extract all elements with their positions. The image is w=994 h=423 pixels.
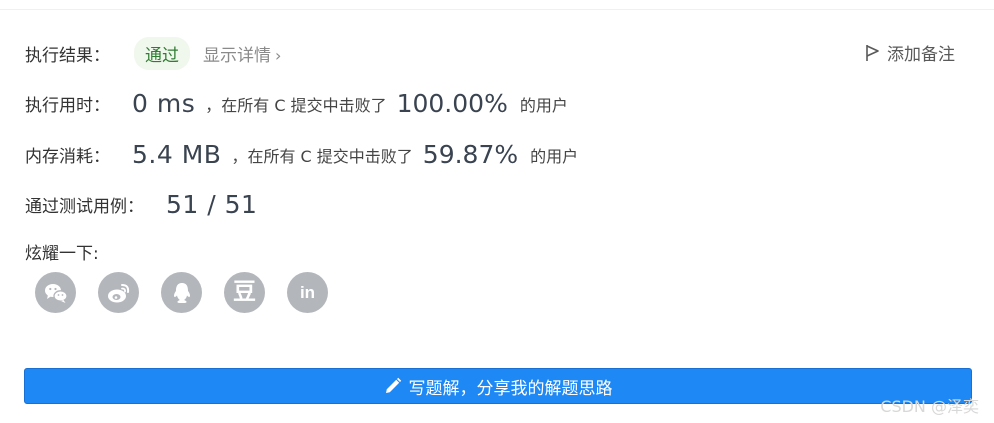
pencil-icon xyxy=(385,377,401,393)
runtime-text-after: 的用户 xyxy=(519,95,568,115)
share-icons: 豆 in xyxy=(35,272,350,313)
tests-value: 51 / 51 xyxy=(166,190,258,219)
runtime-label: 执行用时： xyxy=(25,96,110,116)
memory-value: 5.4 MB xyxy=(132,140,222,169)
write-solution-label: 写题解，分享我的解题思路 xyxy=(408,378,613,399)
flag-icon xyxy=(866,44,879,61)
show-details-link[interactable]: 显示详情 › xyxy=(203,41,281,66)
douban-icon[interactable]: 豆 xyxy=(224,272,265,313)
linkedin-icon[interactable]: in xyxy=(287,272,328,313)
runtime-row: 执行用时： 0 ms ，在所有 C 提交中击败了 100.00% 的用户 xyxy=(25,89,568,118)
memory-row: 内存消耗： 5.4 MB ，在所有 C 提交中击败了 59.87% 的用户 xyxy=(25,140,578,169)
linkedin-glyph: in xyxy=(299,283,316,302)
watermark: CSDN @泽奕 xyxy=(880,397,979,416)
result-row: 执行结果： 通过 显示详情 › xyxy=(25,37,281,70)
share-label: 炫耀一下: xyxy=(25,244,99,264)
weibo-icon[interactable] xyxy=(98,272,139,313)
wechat-icon[interactable] xyxy=(35,272,76,313)
douban-glyph: 豆 xyxy=(233,279,256,305)
show-details-label: 显示详情 xyxy=(203,46,271,66)
write-solution-button[interactable]: 写题解，分享我的解题思路 xyxy=(24,368,972,404)
add-note-label: 添加备注 xyxy=(887,45,955,65)
tests-label: 通过测试用例： xyxy=(25,197,144,217)
memory-text-before: ，在所有 C 提交中击败了 xyxy=(231,146,413,166)
qq-glyph xyxy=(173,282,190,303)
memory-text-after: 的用户 xyxy=(530,146,579,166)
result-label: 执行结果： xyxy=(25,46,110,66)
add-note-button[interactable]: 添加备注 xyxy=(865,40,955,65)
tests-row: 通过测试用例： 51 / 51 xyxy=(25,190,257,219)
runtime-text-before: ，在所有 C 提交中击败了 xyxy=(205,95,387,115)
weibo-glyph xyxy=(107,283,129,302)
top-divider xyxy=(0,9,994,10)
status-badge: 通过 xyxy=(134,37,190,70)
runtime-percent: 100.00% xyxy=(396,89,508,118)
wechat-glyph xyxy=(44,283,68,303)
runtime-value: 0 ms xyxy=(132,89,196,118)
memory-label: 内存消耗： xyxy=(25,147,110,167)
chevron-right-icon: › xyxy=(275,46,282,65)
share-row: 炫耀一下: xyxy=(25,239,99,264)
qq-icon[interactable] xyxy=(161,272,202,313)
memory-percent: 59.87% xyxy=(422,140,519,169)
